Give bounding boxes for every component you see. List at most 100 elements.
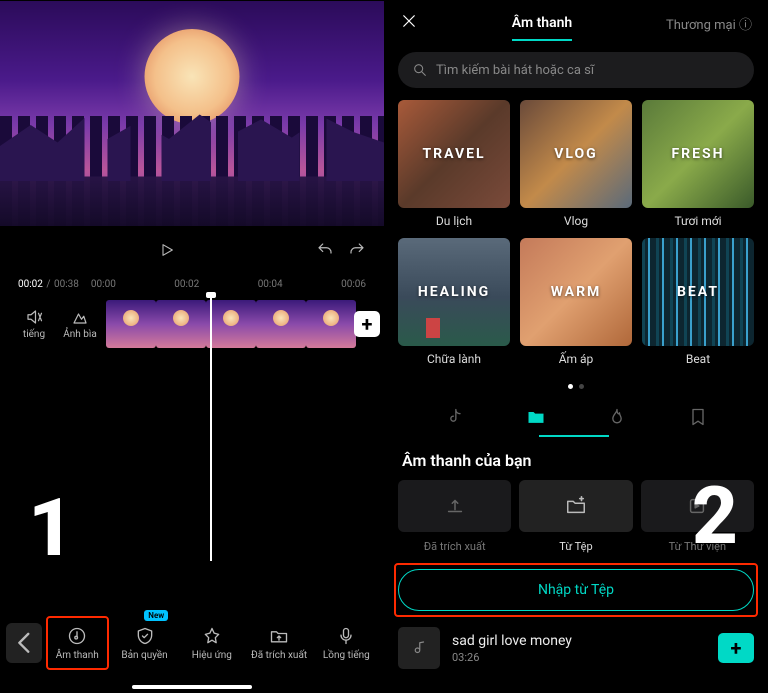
song-row[interactable]: sad girl love money 03:26 + (384, 617, 768, 673)
src-tab-folder[interactable] (516, 403, 556, 431)
dot (579, 384, 584, 389)
import-label: Đã trích xuất (398, 540, 511, 553)
home-indicator (132, 685, 252, 689)
import-extracted[interactable] (398, 480, 511, 532)
search-input[interactable]: Tìm kiếm bài hát hoặc ca sĩ (398, 52, 754, 88)
time-duration: 00:38 (54, 279, 79, 290)
song-meta: sad girl love money 03:26 (452, 633, 706, 664)
category-overlay: FRESH (642, 100, 754, 208)
page-dots (384, 376, 768, 395)
clip-thumb[interactable] (306, 300, 356, 348)
tool-amthanh[interactable]: Âm thanh (46, 616, 109, 670)
category-warm[interactable]: WARM (520, 238, 632, 346)
sound-header: Âm thanh Thương mại ⓘ (384, 0, 768, 46)
callout-number-1: 1 (28, 481, 74, 575)
import-label: Từ Tệp (519, 540, 632, 553)
src-tab-trending[interactable] (597, 403, 637, 431)
category-overlay: TRAVEL (398, 100, 510, 208)
video-preview[interactable] (0, 1, 384, 226)
cover-label: Ảnh bìa (63, 329, 97, 340)
tool-label: Bản quyền (121, 650, 167, 661)
note-icon (410, 639, 428, 657)
callout-number-2: 2 (692, 469, 738, 563)
editor-screen: 00:02 / 00:38 00:00 00:02 00:04 00:06 ti… (0, 0, 384, 693)
timeline-ruler: 00:02 / 00:38 00:00 00:02 00:04 00:06 (0, 274, 384, 294)
cat-label: Vlog (520, 214, 632, 228)
ruler-mark: 00:00 (91, 279, 116, 290)
category-row-1: TRAVEL VLOG FRESH (384, 100, 768, 208)
src-tab-bookmark[interactable] (678, 403, 718, 431)
category-row-2: HEALING WARM BEAT (384, 238, 768, 346)
source-tabs (384, 395, 768, 437)
preview-graphic-city (0, 116, 384, 226)
tool-hieuung[interactable]: Hiệu ứng (180, 616, 243, 670)
bottom-toolbar: Âm thanh New Bản quyền Hiệu ứng Đã trích… (0, 609, 384, 677)
category-travel[interactable]: TRAVEL (398, 100, 510, 208)
tool-datrichxuat[interactable]: Đã trích xuất (247, 616, 310, 670)
cat-label: Ấm áp (520, 352, 632, 366)
category-labels-1: Du lịch Vlog Tươi mới (384, 208, 768, 238)
tool-label: Lồng tiếng (323, 650, 370, 661)
category-overlay: BEAT (642, 238, 754, 346)
category-healing[interactable]: HEALING (398, 238, 510, 346)
clip-thumb[interactable] (156, 300, 206, 348)
dot-active (568, 384, 573, 389)
mute-label: tiếng (23, 329, 45, 340)
clip-thumb[interactable] (206, 300, 256, 348)
song-add-button[interactable]: + (718, 633, 754, 663)
folder-plus-icon (565, 495, 587, 517)
ruler-mark: 00:04 (258, 279, 283, 290)
category-overlay: WARM (520, 238, 632, 346)
cat-label: Tươi mới (642, 214, 754, 228)
search-icon (412, 62, 428, 78)
flame-icon (607, 407, 627, 427)
cat-label: Beat (642, 352, 754, 366)
mic-icon (336, 626, 356, 646)
ruler-mark: 00:02 (174, 279, 199, 290)
category-beat[interactable]: BEAT (642, 238, 754, 346)
tool-banquyen[interactable]: New Bản quyền (113, 616, 176, 670)
category-fresh[interactable]: FRESH (642, 100, 754, 208)
song-cover (398, 627, 440, 669)
timeline-track[interactable]: tiếng Ảnh bìa + (0, 294, 384, 354)
tool-label: Đã trích xuất (251, 650, 307, 661)
back-button[interactable] (6, 623, 42, 663)
folder-out-icon (269, 626, 289, 646)
cover-button[interactable]: Ảnh bìa (60, 300, 100, 348)
play-button[interactable] (159, 241, 175, 259)
close-button[interactable] (400, 11, 418, 35)
clip-thumb[interactable] (106, 300, 156, 348)
close-icon (400, 12, 418, 30)
cat-label: Chữa lành (398, 352, 510, 366)
clip-thumb[interactable] (256, 300, 306, 348)
tab-amthanh[interactable]: Âm thanh (512, 15, 572, 31)
time-current: 00:02 (18, 279, 43, 290)
clip-strip[interactable]: + (106, 300, 370, 348)
import-from-file-button[interactable]: Nhập từ Tệp (398, 569, 754, 611)
undo-button[interactable] (316, 241, 334, 259)
mute-button[interactable]: tiếng (14, 300, 54, 348)
cat-label: Du lịch (398, 214, 510, 228)
import-file[interactable] (519, 480, 632, 532)
tool-longtieng[interactable]: Lồng tiếng (315, 616, 378, 670)
tab-thuongmai[interactable]: Thương mại ⓘ (666, 14, 752, 33)
category-labels-2: Chữa lành Ấm áp Beat (384, 346, 768, 376)
preview-graphic-sun (145, 29, 240, 124)
shield-icon (135, 626, 155, 646)
src-tab-tiktok[interactable] (435, 403, 475, 431)
category-vlog[interactable]: VLOG (520, 100, 632, 208)
sound-library-screen: Âm thanh Thương mại ⓘ Tìm kiếm bài hát h… (384, 0, 768, 693)
category-overlay: HEALING (398, 238, 510, 346)
playhead[interactable] (210, 294, 212, 561)
add-clip-button[interactable]: + (354, 311, 380, 337)
category-overlay: VLOG (520, 100, 632, 208)
star-icon (202, 626, 222, 646)
tool-label: Âm thanh (56, 650, 99, 661)
song-duration: 03:26 (452, 651, 706, 664)
tool-label: Hiệu ứng (192, 650, 232, 661)
new-badge: New (144, 610, 168, 621)
search-placeholder: Tìm kiếm bài hát hoặc ca sĩ (436, 63, 594, 78)
music-icon (67, 626, 87, 646)
redo-button[interactable] (348, 241, 366, 259)
playback-controls (0, 226, 384, 274)
